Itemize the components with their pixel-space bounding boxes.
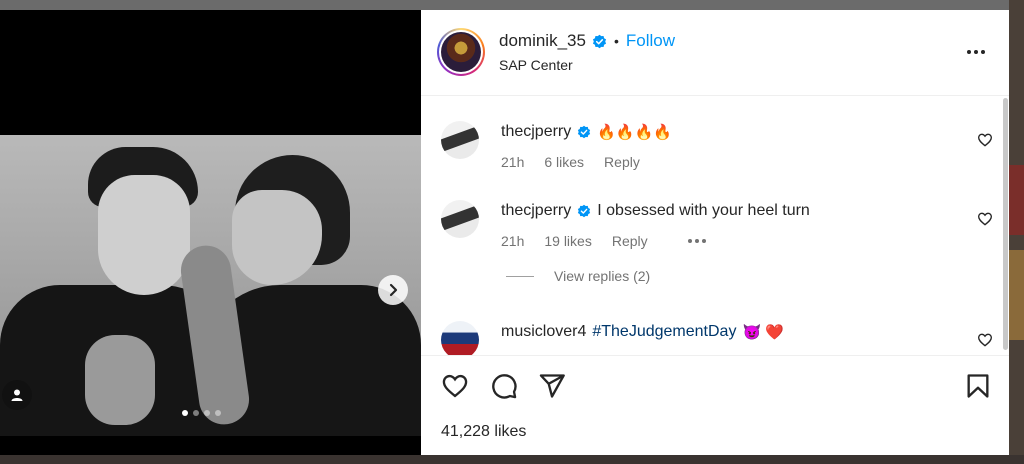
carousel-dot bbox=[204, 410, 210, 416]
post-actions: 41,228 likes bbox=[421, 355, 1009, 455]
view-replies-label: View replies (2) bbox=[554, 268, 651, 284]
author-username[interactable]: dominik_35 bbox=[499, 31, 586, 51]
post-photo bbox=[0, 135, 421, 436]
backdrop-top bbox=[0, 0, 1024, 10]
carousel-dots bbox=[182, 410, 221, 416]
reply-button[interactable]: Reply bbox=[612, 233, 648, 249]
comment-options-button[interactable] bbox=[687, 233, 706, 249]
comments-list: thecjperry 🔥🔥🔥🔥 21h 6 likes Reply thecjp… bbox=[421, 97, 1009, 355]
heart-icon[interactable] bbox=[977, 332, 993, 348]
comment-time: 21h bbox=[501, 154, 525, 170]
likes-count[interactable]: 41,228 likes bbox=[441, 423, 526, 441]
user-tag-icon bbox=[11, 389, 23, 401]
commenter-avatar[interactable] bbox=[441, 200, 479, 238]
comment-text: I obsessed with your heel turn bbox=[597, 202, 810, 219]
commenter-username[interactable]: thecjperry bbox=[501, 123, 571, 141]
replies-divider bbox=[506, 275, 534, 277]
chevron-right-icon bbox=[389, 283, 398, 297]
more-icon bbox=[967, 50, 971, 54]
media-panel bbox=[0, 10, 421, 455]
heart-icon[interactable] bbox=[441, 372, 469, 400]
carousel-dot bbox=[215, 410, 221, 416]
more-options-button[interactable] bbox=[961, 44, 991, 60]
comment-emoji: 😈 ❤️ bbox=[742, 324, 784, 341]
commenter-avatar[interactable] bbox=[441, 321, 479, 355]
heart-icon[interactable] bbox=[977, 132, 993, 148]
view-replies-button[interactable]: View replies (2) bbox=[506, 268, 650, 284]
comment-hashtag[interactable]: #TheJudgementDay bbox=[592, 323, 736, 341]
backdrop-bottom bbox=[0, 455, 1024, 464]
verified-badge-icon bbox=[578, 125, 591, 139]
comment-time: 21h bbox=[501, 233, 525, 249]
comment-likes[interactable]: 19 likes bbox=[544, 233, 591, 249]
post-header: dominik_35 • Follow SAP Center bbox=[421, 10, 1009, 96]
comment-icon[interactable] bbox=[490, 372, 518, 400]
commenter-username[interactable]: musiclover4 bbox=[501, 323, 586, 341]
comment-likes[interactable]: 6 likes bbox=[544, 154, 584, 170]
share-icon[interactable] bbox=[538, 372, 566, 400]
carousel-dot bbox=[193, 410, 199, 416]
carousel-dot bbox=[182, 410, 188, 416]
backdrop-right bbox=[1009, 0, 1024, 464]
heart-icon[interactable] bbox=[977, 211, 993, 227]
author-avatar[interactable] bbox=[437, 28, 485, 76]
verified-badge-icon bbox=[592, 34, 607, 48]
comment-text: 🔥🔥🔥🔥 bbox=[597, 124, 672, 141]
verified-badge-icon bbox=[578, 204, 591, 218]
more-icon bbox=[687, 239, 692, 243]
commenter-username[interactable]: thecjperry bbox=[501, 202, 571, 220]
post-details-panel: dominik_35 • Follow SAP Center thecjperr… bbox=[421, 10, 1009, 455]
follow-button[interactable]: Follow bbox=[626, 31, 675, 51]
post-location[interactable]: SAP Center bbox=[499, 57, 573, 73]
bookmark-icon[interactable] bbox=[964, 372, 992, 400]
tagged-users-button[interactable] bbox=[2, 380, 32, 410]
commenter-avatar[interactable] bbox=[441, 121, 479, 159]
separator-dot: • bbox=[613, 33, 619, 49]
next-photo-button[interactable] bbox=[378, 275, 408, 305]
reply-button[interactable]: Reply bbox=[604, 154, 640, 170]
comments-scrollbar[interactable] bbox=[1003, 98, 1008, 350]
